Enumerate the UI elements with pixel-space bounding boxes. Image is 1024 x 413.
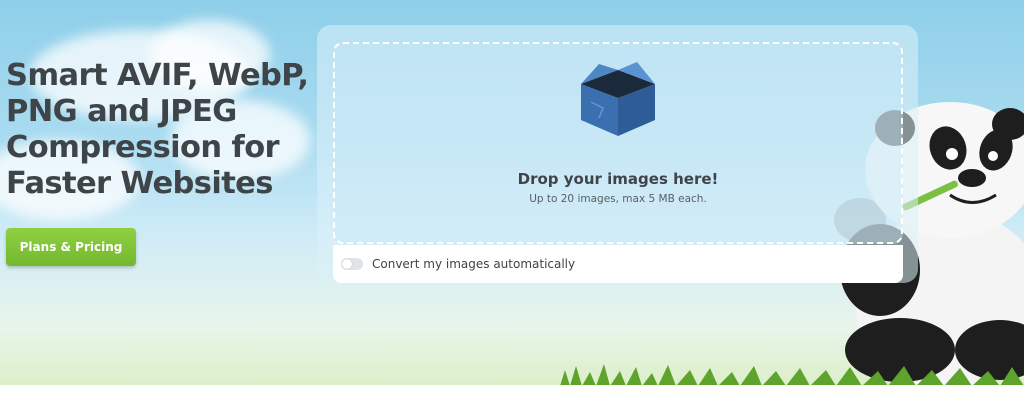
headline-line: Faster Websites xyxy=(6,166,273,201)
headline-line: Compression for xyxy=(6,130,280,165)
grass-decoration xyxy=(560,364,1024,385)
dropzone-title: Drop your images here! xyxy=(517,170,719,188)
plans-pricing-button[interactable]: Plans & Pricing xyxy=(6,228,136,266)
convert-label: Convert my images automatically xyxy=(372,257,576,271)
dropzone-subtitle: Up to 20 images, max 5 MB each. xyxy=(529,193,707,205)
convert-option-bar: Convert my images automatically xyxy=(333,245,903,283)
headline-line: Smart AVIF, WebP, xyxy=(6,58,309,93)
page-title: Smart AVIF, WebP, PNG and JPEG Compressi… xyxy=(6,58,309,202)
convert-toggle[interactable] xyxy=(341,258,363,270)
box-icon xyxy=(581,62,655,136)
headline-line: PNG and JPEG xyxy=(6,94,237,129)
